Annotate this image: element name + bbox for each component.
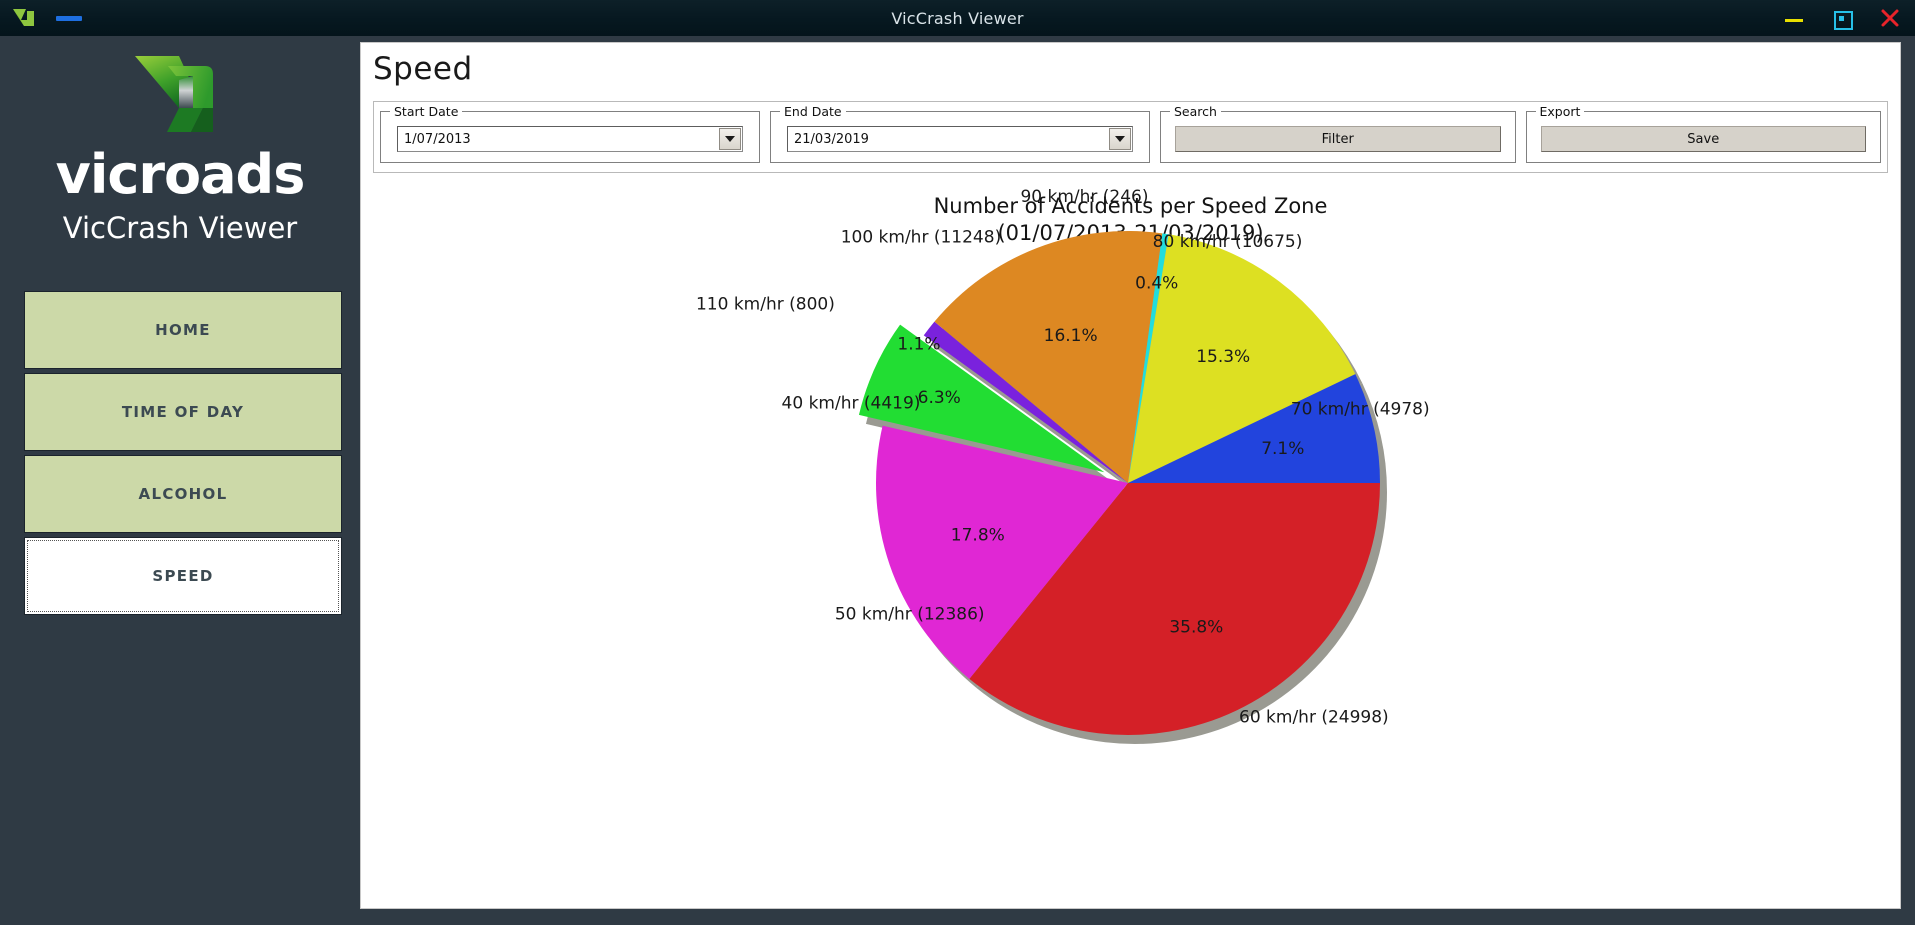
window-title: VicCrash Viewer [0, 9, 1915, 28]
window-accent-dash-icon [56, 16, 82, 21]
minimize-icon [1785, 19, 1803, 22]
pie-percent-label: 7.1% [1261, 439, 1304, 459]
close-icon [1879, 7, 1901, 29]
pie-category-label: 40 km/hr (4419) [782, 394, 921, 414]
end-date-legend: End Date [780, 104, 846, 119]
pie-percent-label: 6.3% [918, 388, 961, 408]
pie-category-label: 100 km/hr (11248) [841, 227, 1002, 247]
pie-chart-svg: 35.8% 17.8% 6.3% 1.1% 16.1% 0.4% 15.3% 7.1% 60 k… [361, 175, 1901, 875]
pie-chart: Number of Accidents per Speed Zone (01/0… [361, 175, 1900, 908]
brand-wordmark: vicroads [0, 148, 360, 202]
pie-percent-label: 1.1% [897, 334, 940, 354]
brand-subtitle: VicCrash Viewer [0, 214, 360, 243]
pie-category-label: 50 km/hr (12386) [835, 605, 985, 625]
start-date-legend: Start Date [390, 104, 462, 119]
pie-category-label: 80 km/hr (10675) [1153, 232, 1303, 252]
pie-percent-label: 0.4% [1135, 274, 1178, 294]
pie-percent-label: 16.1% [1044, 326, 1098, 346]
pie-percent-label: 17.8% [951, 525, 1005, 545]
filter-button-label: Filter [1322, 132, 1354, 147]
vicroads-chevron-icon [0, 50, 360, 146]
pie-slices [859, 231, 1380, 735]
end-date-value: 21/03/2019 [788, 132, 1109, 147]
maximize-button[interactable] [1831, 7, 1853, 29]
minimize-button[interactable] [1783, 7, 1805, 29]
window-controls [1783, 0, 1901, 36]
start-date-combobox[interactable]: 1/07/2013 [397, 126, 743, 152]
sidebar-item-time-of-day[interactable]: TIME OF DAY [24, 373, 342, 451]
sidebar-item-alcohol[interactable]: ALCOHOL [24, 455, 342, 533]
sidebar-item-label: HOME [155, 321, 211, 339]
export-legend: Export [1536, 104, 1585, 119]
pie-category-label: 60 km/hr (24998) [1239, 708, 1389, 728]
pie-percent-label: 15.3% [1196, 347, 1250, 367]
chevron-down-icon[interactable] [719, 128, 741, 150]
end-date-group: End Date 21/03/2019 [770, 111, 1150, 163]
sidebar-nav: HOME TIME OF DAY ALCOHOL SPEED [24, 291, 342, 619]
filter-button[interactable]: Filter [1175, 126, 1501, 152]
pie-category-label: 70 km/hr (4978) [1291, 400, 1430, 420]
page-title: Speed [373, 51, 473, 87]
content-panel: Speed Start Date 1/07/2013 End Date 21/0… [360, 42, 1901, 909]
save-button-label: Save [1687, 132, 1719, 147]
close-button[interactable] [1879, 7, 1901, 29]
sidebar-item-label: ALCOHOL [139, 485, 228, 503]
sidebar-item-label: TIME OF DAY [122, 403, 244, 421]
sidebar: vicroads VicCrash Viewer HOME TIME OF DA… [0, 36, 360, 925]
search-group: Search Filter [1160, 111, 1516, 163]
pie-category-label: 110 km/hr (800) [696, 294, 835, 314]
chevron-down-icon[interactable] [1109, 128, 1131, 150]
window-title-bar: VicCrash Viewer [0, 0, 1915, 36]
sidebar-item-speed[interactable]: SPEED [24, 537, 342, 615]
pie-percent-label: 35.8% [1169, 617, 1223, 637]
start-date-group: Start Date 1/07/2013 [380, 111, 760, 163]
sidebar-item-home[interactable]: HOME [24, 291, 342, 369]
save-button[interactable]: Save [1541, 126, 1867, 152]
window-logo-icon [0, 0, 46, 36]
sidebar-item-label: SPEED [152, 567, 213, 585]
search-legend: Search [1170, 104, 1221, 119]
brand-block: vicroads VicCrash Viewer [0, 50, 360, 243]
pie-category-label: 90 km/hr (246) [1020, 187, 1148, 207]
end-date-combobox[interactable]: 21/03/2019 [787, 126, 1133, 152]
start-date-value: 1/07/2013 [398, 132, 719, 147]
filter-toolbar: Start Date 1/07/2013 End Date 21/03/2019… [373, 101, 1888, 173]
export-group: Export Save [1526, 111, 1882, 163]
maximize-icon [1834, 11, 1853, 30]
